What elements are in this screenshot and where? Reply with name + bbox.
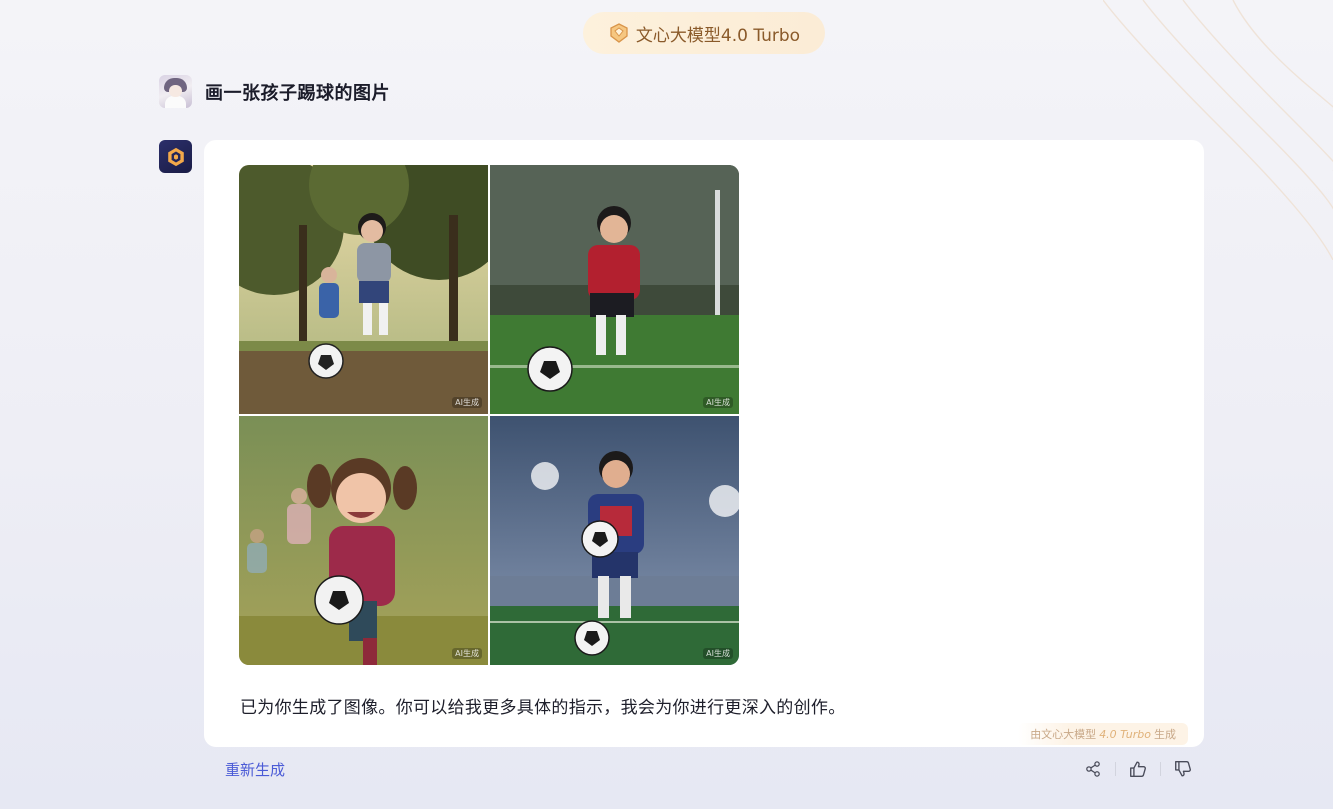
generated-by-prefix: 由文心大模型 — [1030, 728, 1097, 741]
ernie-bot-logo — [159, 140, 192, 173]
generated-by-suffix: 生成 — [1154, 728, 1176, 741]
image-watermark: AI生成 — [703, 648, 733, 659]
thumbs-up-icon[interactable] — [1125, 756, 1151, 782]
user-message-row: 画一张孩子踢球的图片 — [159, 75, 390, 108]
generated-image-4[interactable]: AI生成 — [490, 416, 739, 665]
image-grid: AI生成 AI生成 AI生成 AI生成 — [239, 165, 739, 665]
bot-response-text: 已为你生成了图像。你可以给我更多具体的指示，我会为你进行更深入的创作。 — [240, 698, 846, 718]
thumbs-down-icon[interactable] — [1170, 756, 1196, 782]
image-watermark: AI生成 — [452, 648, 482, 659]
generated-image-3[interactable]: AI生成 — [239, 416, 488, 665]
user-message-text: 画一张孩子踢球的图片 — [205, 82, 390, 104]
bot-response-card: AI生成 AI生成 AI生成 AI生成 已为你生成了图像。你可以给我更多具体的指… — [204, 140, 1204, 747]
generated-image-2[interactable]: AI生成 — [490, 165, 739, 414]
share-icon[interactable] — [1080, 756, 1106, 782]
image-watermark: AI生成 — [703, 397, 733, 408]
action-divider — [1115, 762, 1116, 776]
regenerate-button[interactable]: 重新生成 — [225, 759, 285, 780]
user-avatar — [159, 75, 192, 108]
generated-image-1[interactable]: AI生成 — [239, 165, 488, 414]
response-actions — [1080, 756, 1196, 782]
action-divider — [1160, 762, 1161, 776]
image-watermark: AI生成 — [452, 397, 482, 408]
generated-by-tag: 由文心大模型 4.0 Turbo 生成 — [1018, 723, 1188, 745]
model-badge[interactable]: 文心大模型4.0 Turbo — [583, 12, 825, 54]
model-badge-label: 文心大模型4.0 Turbo — [635, 25, 801, 46]
diamond-icon — [608, 22, 630, 44]
generated-by-model: 4.0 Turbo — [1099, 727, 1151, 741]
